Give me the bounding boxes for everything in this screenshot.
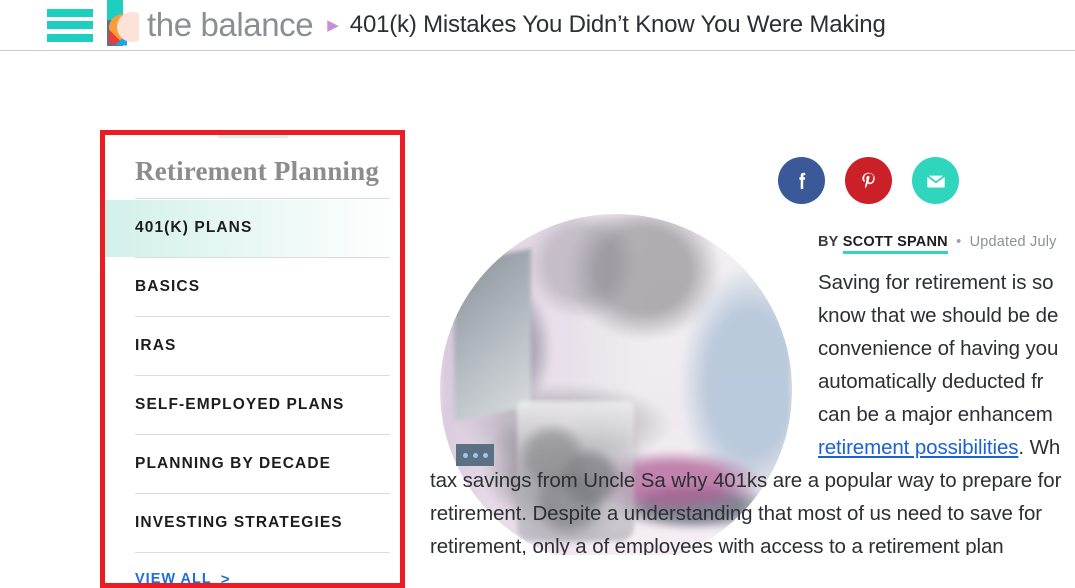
sidebar-item-self-employed-plans[interactable]: SELF-EMPLOYED PLANS <box>135 375 390 434</box>
the-balance-logo-icon[interactable] <box>101 0 139 51</box>
view-all-link[interactable]: VIEW ALL > <box>135 552 390 583</box>
hamburger-menu-icon[interactable] <box>47 8 93 42</box>
sidebar-item-label: IRAS <box>135 337 177 354</box>
sidebar-item-label: SELF-EMPLOYED PLANS <box>135 396 345 413</box>
article-column: BY SCOTT SPANN • Updated July Saving for… <box>430 51 1075 555</box>
sidebar-heading: Retirement Planning <box>135 156 380 186</box>
body-line-2: know that we should be de <box>818 304 1059 327</box>
sidebar-item-investing-strategies[interactable]: INVESTING STRATEGIES <box>135 493 390 552</box>
sidebar-item-iras[interactable]: IRAS <box>135 316 390 375</box>
body-line-5: can be a major enhancem <box>818 403 1053 426</box>
chevron-right-icon: > <box>220 570 230 584</box>
breadcrumb-arrow-icon: ▶ <box>327 16 339 34</box>
article-paragraph: Saving for retirement is so know that we… <box>430 266 1075 555</box>
page-title: 401(k) Mistakes You Didn’t Know You Were… <box>349 11 886 38</box>
facebook-icon <box>798 172 805 189</box>
envelope-icon <box>926 174 945 187</box>
byline-separator: • <box>956 234 962 250</box>
sidebar-item-basics[interactable]: BASICS <box>135 257 390 316</box>
site-header: the balance ▶ 401(k) Mistakes You Didn’t… <box>0 0 1075 51</box>
view-all-label: VIEW ALL <box>135 571 212 583</box>
sidebar-item-label: BASICS <box>135 278 201 295</box>
page-body: Retirement Planning 401(K) PLANS BASICS … <box>0 51 1075 588</box>
sidebar-list: 401(K) PLANS BASICS IRAS SELF-EMPLOYED P… <box>105 198 400 552</box>
pinterest-icon <box>861 172 875 188</box>
hamburger-bar <box>47 33 93 42</box>
brand-name[interactable]: the balance <box>147 6 314 44</box>
body-line-6: . Wh <box>1018 436 1061 459</box>
sidebar-item-planning-by-decade[interactable]: PLANNING BY DECADE <box>135 434 390 493</box>
retirement-planning-sidebar: Retirement Planning 401(K) PLANS BASICS … <box>105 135 400 583</box>
author-link[interactable]: SCOTT SPANN <box>842 234 948 254</box>
sidebar-item-label: INVESTING STRATEGIES <box>135 514 343 531</box>
sidebar-item-label: PLANNING BY DECADE <box>135 455 332 472</box>
sidebar-item-label: 401(K) PLANS <box>135 219 253 236</box>
byline-by-label: BY <box>818 234 839 250</box>
body-line-4: automatically deducted fr <box>818 370 1044 393</box>
body-line-7: tax savings from Uncle Sa <box>430 469 666 492</box>
figure-text-spacer <box>430 266 818 458</box>
hamburger-bar <box>47 21 93 29</box>
share-facebook-button[interactable] <box>778 157 825 204</box>
logo-peach-circle <box>117 11 139 42</box>
share-buttons <box>778 157 959 204</box>
body-line-3: convenience of having you <box>818 337 1059 360</box>
share-pinterest-button[interactable] <box>845 157 892 204</box>
body-line-1: Saving for retirement is so <box>818 271 1054 294</box>
share-email-button[interactable] <box>912 157 959 204</box>
byline-updated-date: Updated July <box>969 234 1057 250</box>
hamburger-bar <box>47 8 93 17</box>
byline: BY SCOTT SPANN • Updated July <box>818 234 1057 254</box>
sidebar-top-peek <box>218 135 288 138</box>
retirement-possibilities-link[interactable]: retirement possibilities <box>818 436 1019 459</box>
sidebar-item-401k-plans[interactable]: 401(K) PLANS <box>105 198 400 257</box>
